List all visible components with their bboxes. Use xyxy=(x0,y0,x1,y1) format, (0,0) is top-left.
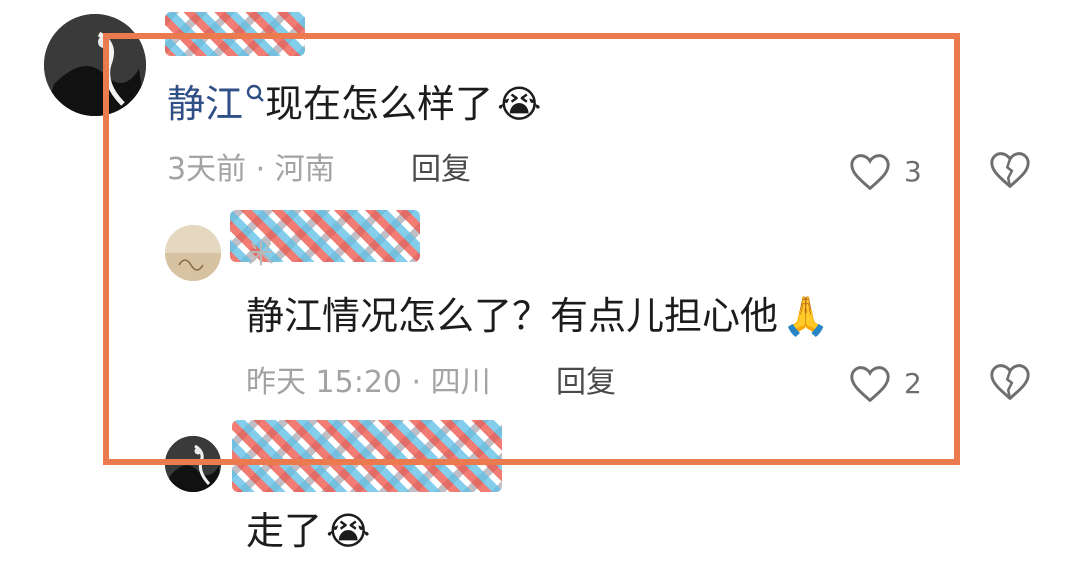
reply-2-body: 走了 xyxy=(246,509,323,553)
avatar-replier-2[interactable] xyxy=(165,436,221,492)
avatar-replier-1[interactable] xyxy=(165,225,221,281)
avatar-image xyxy=(165,436,221,492)
mention-link[interactable]: 静江 xyxy=(167,82,243,126)
censored-username-1 xyxy=(165,12,305,56)
reply-1-body: 静江情况怎么了？有点儿担心他 xyxy=(246,294,779,338)
like-button-1[interactable]: 3 xyxy=(848,150,928,194)
like-count-1: 3 xyxy=(904,155,922,188)
praying-hands-emoji: 🙏 xyxy=(782,294,830,338)
like-button-2[interactable]: 2 xyxy=(848,362,928,406)
reply-button-1[interactable]: 回复 xyxy=(411,155,471,185)
avatar-commenter-1[interactable] xyxy=(44,14,146,116)
comment-1-text-line: 静江 现在怎么样了 😭 xyxy=(167,82,542,126)
broken-heart-icon xyxy=(990,364,1030,401)
reply-button-2[interactable]: 回复 xyxy=(556,368,616,398)
reply-1-time-location: 昨天 15:20 · 四川 xyxy=(246,365,491,400)
reply-2-text-line: 走了 😭 xyxy=(246,512,370,550)
avatar-image xyxy=(44,14,146,116)
search-icon[interactable] xyxy=(243,84,265,123)
broken-heart-icon xyxy=(990,152,1030,189)
like-count-2: 2 xyxy=(904,367,922,400)
avatar-image xyxy=(165,225,221,281)
comment-1-body: 现在怎么样了 xyxy=(265,82,494,126)
reply-1-text-line: 静江情况怎么了？有点儿担心他 🙏 xyxy=(246,297,829,335)
dislike-button-2[interactable] xyxy=(988,362,1034,406)
username-fragment: 米 xyxy=(248,240,275,270)
crying-emoji: 😭 xyxy=(326,509,371,553)
comment-1-time-location: 3天前 · 河南 xyxy=(167,152,335,187)
crying-emoji: 😭 xyxy=(497,82,542,126)
heart-outline-icon xyxy=(850,366,890,403)
censored-username-3 xyxy=(232,420,502,492)
dislike-button-1[interactable] xyxy=(988,150,1034,194)
heart-outline-icon xyxy=(850,154,890,191)
